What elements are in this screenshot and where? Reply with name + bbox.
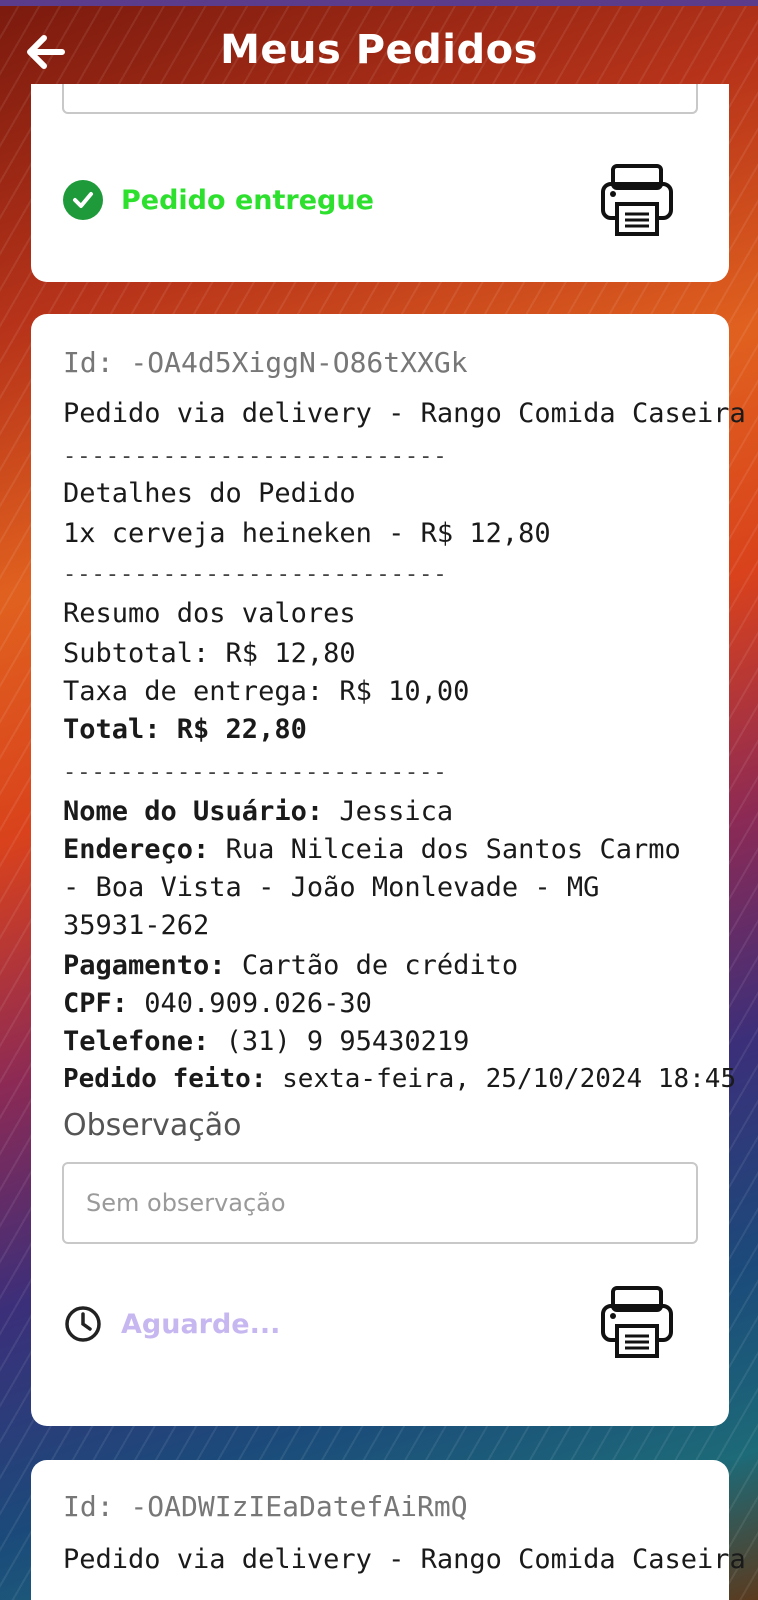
user-name-row: Nome do Usuário: Jessica — [63, 796, 453, 827]
address-line-3: 35931-262 — [63, 910, 210, 941]
order-card: Id: -OADWIzIEaDatefAiRmQ Pedido via deli… — [31, 1460, 746, 1600]
observation-input[interactable]: Sem observação — [62, 1162, 698, 1244]
separator: --------------------------- — [63, 444, 448, 469]
cpf-label: CPF: — [63, 988, 129, 1019]
user-name-label: Nome do Usuário: — [63, 796, 324, 827]
arrow-left-icon — [27, 35, 65, 69]
clock-icon — [65, 1306, 101, 1342]
order-card: Id: -OA4d5XiggN-O86tXXGk Pedido via deli… — [31, 314, 746, 1426]
order-id: Id: -OADWIzIEaDatefAiRmQ — [63, 1490, 468, 1523]
observation-label: Observação — [63, 1108, 242, 1143]
payment-label: Pagamento: — [63, 950, 226, 981]
total: Total: R$ 22,80 — [63, 714, 307, 745]
print-button[interactable] — [599, 1284, 675, 1360]
address-line-2: - Boa Vista - João Monlevade - MG — [63, 872, 600, 903]
status-text: Pedido entregue — [121, 184, 374, 216]
printer-icon — [601, 1286, 673, 1358]
user-name-value: Jessica — [323, 796, 454, 827]
address-row: Endereço: Rua Nilceia dos Santos Carmo — [63, 834, 681, 865]
status-text: Aguarde... — [121, 1308, 281, 1340]
phone-label: Telefone: — [63, 1026, 210, 1057]
placed-row: Pedido feito: sexta-feira, 25/10/2024 18… — [63, 1064, 736, 1094]
page-title: Meus Pedidos — [220, 27, 538, 73]
order-id: Id: -OA4d5XiggN-O86tXXGk — [63, 346, 468, 379]
separator: --------------------------- — [63, 760, 448, 785]
check-circle-icon — [63, 180, 103, 220]
subtotal: Subtotal: R$ 12,80 — [63, 638, 356, 669]
cpf-row: CPF: 040.909.026-30 — [63, 988, 372, 1019]
placed-label: Pedido feito: — [63, 1064, 267, 1094]
print-button[interactable] — [599, 162, 675, 238]
delivery-fee: Taxa de entrega: R$ 10,00 — [63, 676, 470, 707]
order-title: Pedido via delivery - Rango Comida Casei… — [63, 398, 746, 429]
back-button[interactable] — [18, 24, 74, 80]
observation-placeholder: Sem observação — [86, 1189, 286, 1217]
phone-row: Telefone: (31) 9 95430219 — [63, 1026, 469, 1057]
order-status: Aguarde... — [63, 1304, 280, 1344]
cpf-value: 040.909.026-30 — [128, 988, 372, 1019]
order-status: Pedido entregue — [63, 180, 374, 220]
payment-row: Pagamento: Cartão de crédito — [63, 950, 518, 981]
address-value: Rua Nilceia dos Santos Carmo — [209, 834, 681, 865]
observation-input[interactable] — [62, 84, 698, 114]
order-title: Pedido via delivery - Rango Comida Casei… — [63, 1544, 746, 1575]
order-item: 1x cerveja heineken - R$ 12,80 — [63, 518, 551, 549]
app-bar: Meus Pedidos — [0, 6, 758, 94]
phone-value: (31) 9 95430219 — [209, 1026, 470, 1057]
separator: --------------------------- — [63, 562, 448, 587]
address-label: Endereço: — [63, 834, 210, 865]
printer-icon — [601, 164, 673, 236]
placed-value: sexta-feira, 25/10/2024 18:45 — [266, 1064, 737, 1094]
order-card: Pedido entregue — [31, 84, 729, 282]
summary-heading: Resumo dos valores — [63, 598, 356, 629]
details-heading: Detalhes do Pedido — [63, 478, 356, 509]
payment-value: Cartão de crédito — [225, 950, 519, 981]
